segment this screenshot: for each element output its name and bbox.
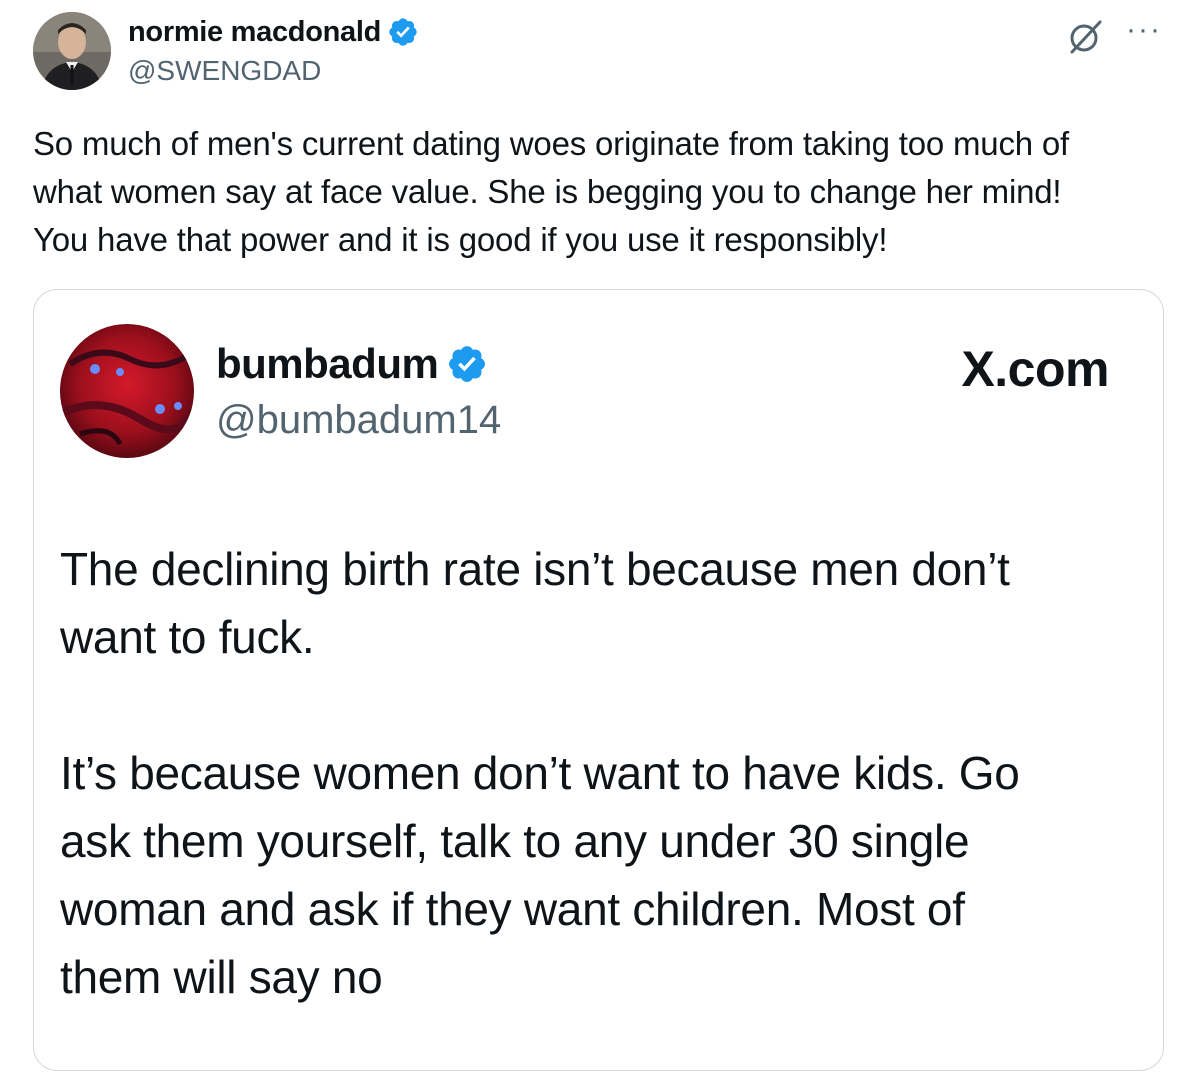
author-name-row: normie macdonald [128,14,419,50]
quote-author-name-row: bumbadum [216,340,488,388]
verified-badge-icon [389,18,417,46]
author-handle[interactable]: @SWENGDAD [128,55,321,87]
quote-site-label: X.com [961,341,1109,397]
more-options-icon[interactable]: ··· [1126,15,1162,45]
quote-text-line: them will say no [60,951,383,1003]
quote-author-display-name: bumbadum [216,340,439,387]
tweet: normie macdonald @SWENGDAD ··· So much o… [0,0,1196,1078]
verified-badge-icon [449,346,486,382]
quote-text-line: ask them yourself, talk to any under 30 … [60,815,970,867]
author-avatar[interactable] [33,12,111,90]
quote-text-line: woman and ask if they want children. Mos… [60,883,965,935]
author-display-name[interactable]: normie macdonald [128,16,381,49]
quote-text-line: The declining birth rate isn’t because m… [60,543,1010,595]
grok-icon[interactable] [1066,20,1104,54]
quoted-post-card[interactable]: bumbadum @bumbadum14 X.com The declining… [33,289,1164,1071]
quote-text: The declining birth rate isn’t because m… [60,535,1150,1011]
quote-text-line: It’s because women don’t want to have ki… [60,747,1020,799]
quote-text-line: want to fuck. [60,611,315,663]
tweet-text-line: You have that power and it is good if yo… [33,221,888,258]
quote-author-avatar[interactable] [60,324,194,458]
quote-author-handle: @bumbadum14 [216,398,502,442]
tweet-text-line: what women say at face value. She is beg… [33,173,1062,210]
tweet-text: So much of men's current dating woes ori… [33,120,1173,264]
tweet-text-line: So much of men's current dating woes ori… [33,125,1069,162]
